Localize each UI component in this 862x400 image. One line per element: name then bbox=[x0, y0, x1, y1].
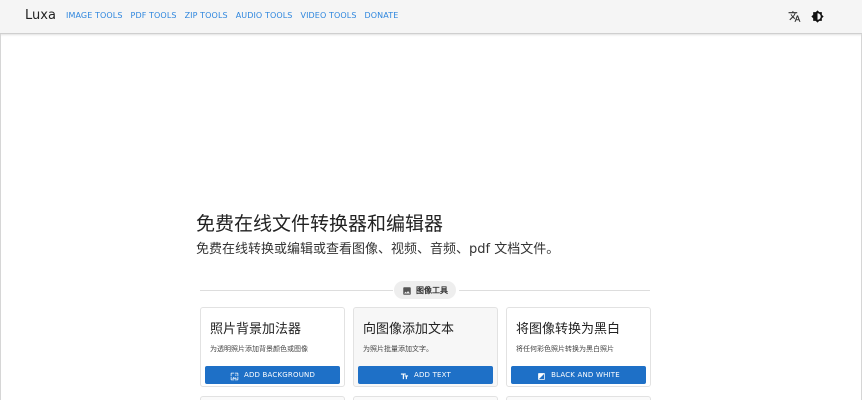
button-label: ADD BACKGROUND bbox=[243, 371, 316, 379]
nav-image-tools[interactable]: IMAGE TOOLS bbox=[66, 11, 123, 20]
card-title: 向图像添加文本 bbox=[363, 322, 455, 337]
nav-zip-tools[interactable]: ZIP TOOLS bbox=[185, 11, 228, 20]
top-navbar: Luxa IMAGE TOOLS PDF TOOLS ZIP TOOLS AUD… bbox=[0, 0, 862, 34]
nav-icons bbox=[787, 9, 824, 23]
card-description: 将任何彩色照片转换为黑白照片 bbox=[516, 345, 614, 353]
contrast-icon bbox=[537, 366, 546, 385]
brightness-icon[interactable] bbox=[810, 9, 824, 23]
tool-card-partial[interactable] bbox=[353, 396, 498, 400]
tool-card-partial[interactable] bbox=[506, 396, 651, 400]
button-label: BLACK AND WHITE bbox=[551, 371, 620, 379]
nav-audio-tools[interactable]: AUDIO TOOLS bbox=[236, 11, 293, 20]
wallpaper-icon bbox=[230, 366, 239, 385]
nav-links: IMAGE TOOLS PDF TOOLS ZIP TOOLS AUDIO TO… bbox=[66, 11, 398, 20]
tool-card-add-background[interactable]: 照片背景加法器 为透明照片添加背景颜色或图像 ADD BACKGROUND bbox=[200, 307, 345, 387]
card-title: 将图像转换为黑白 bbox=[516, 322, 621, 337]
section-divider-left bbox=[200, 290, 393, 291]
frame-border-left bbox=[0, 34, 1, 400]
card-description: 为照片批量添加文字。 bbox=[363, 345, 433, 353]
add-text-button[interactable]: ADD TEXT bbox=[358, 366, 493, 384]
black-and-white-button[interactable]: BLACK AND WHITE bbox=[511, 366, 646, 384]
nav-video-tools[interactable]: VIDEO TOOLS bbox=[301, 11, 357, 20]
tool-card-partial[interactable] bbox=[200, 396, 345, 400]
image-icon bbox=[402, 281, 412, 300]
translate-icon[interactable] bbox=[787, 9, 801, 23]
tool-card-add-text[interactable]: 向图像添加文本 为照片批量添加文字。 ADD TEXT bbox=[353, 307, 498, 387]
section-divider-right bbox=[459, 290, 650, 291]
nav-donate[interactable]: DONATE bbox=[365, 11, 399, 20]
card-description: 为透明照片添加背景颜色或图像 bbox=[210, 345, 308, 353]
page-subtitle: 免费在线转换或编辑或查看图像、视频、音频、pdf 文档文件。 bbox=[196, 242, 560, 257]
section-chip-label: 图像工具 bbox=[416, 285, 448, 295]
nav-pdf-tools[interactable]: PDF TOOLS bbox=[131, 11, 177, 20]
page-title: 免费在线文件转换器和编辑器 bbox=[196, 213, 444, 235]
button-label: ADD TEXT bbox=[413, 371, 452, 379]
tool-card-black-and-white[interactable]: 将图像转换为黑白 将任何彩色照片转换为黑白照片 BLACK AND WHITE bbox=[506, 307, 651, 387]
card-title: 照片背景加法器 bbox=[210, 322, 302, 337]
add-background-button[interactable]: ADD BACKGROUND bbox=[205, 366, 340, 384]
section-chip-image-tools: 图像工具 bbox=[394, 281, 456, 299]
brand-logo[interactable]: Luxa bbox=[25, 8, 56, 23]
text-icon bbox=[400, 366, 409, 385]
